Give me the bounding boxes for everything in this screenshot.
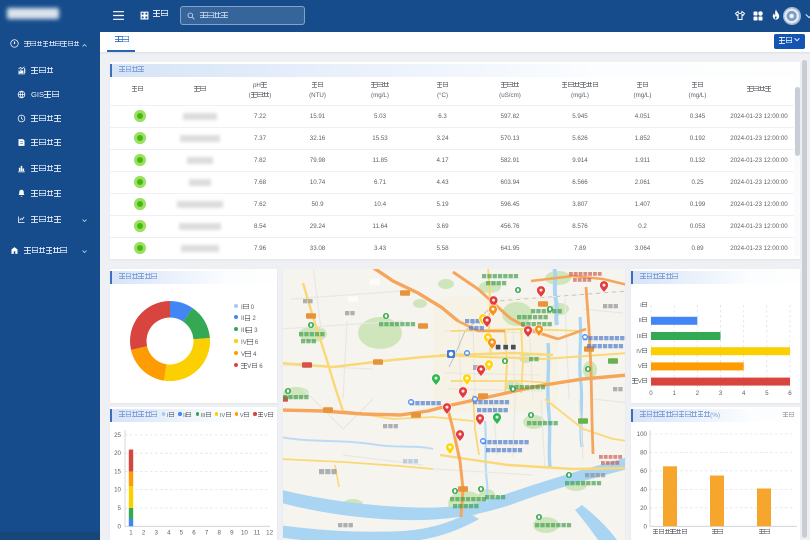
svg-text:12: 12 [266,529,273,536]
svg-text:10: 10 [114,487,121,494]
svg-text:15: 15 [114,469,121,476]
svg-text:4: 4 [742,390,746,397]
svg-text:60: 60 [640,468,647,475]
svg-text:6: 6 [788,390,792,397]
svg-text:8: 8 [217,529,221,536]
svg-text:4: 4 [167,529,171,536]
svg-text:0: 0 [118,523,122,530]
svg-text:9: 9 [230,529,234,536]
svg-text:100: 100 [637,431,648,438]
svg-text:0: 0 [649,390,653,397]
svg-text:10: 10 [241,529,248,536]
svg-text:1: 1 [129,529,133,536]
svg-text:7: 7 [205,529,209,536]
svg-text:40: 40 [640,486,647,493]
svg-text:3: 3 [154,529,158,536]
svg-text:5: 5 [118,505,122,512]
svg-text:5: 5 [180,529,184,536]
svg-text:6: 6 [192,529,196,536]
svg-text:5: 5 [765,390,769,397]
svg-text:80: 80 [640,450,647,457]
svg-text:1: 1 [672,390,676,397]
svg-text:2: 2 [696,390,700,397]
svg-text:25: 25 [114,432,121,439]
svg-text:11: 11 [254,529,261,536]
svg-text:3: 3 [719,390,723,397]
svg-text:20: 20 [640,505,647,512]
svg-text:20: 20 [114,450,121,457]
svg-text:2: 2 [142,529,146,536]
